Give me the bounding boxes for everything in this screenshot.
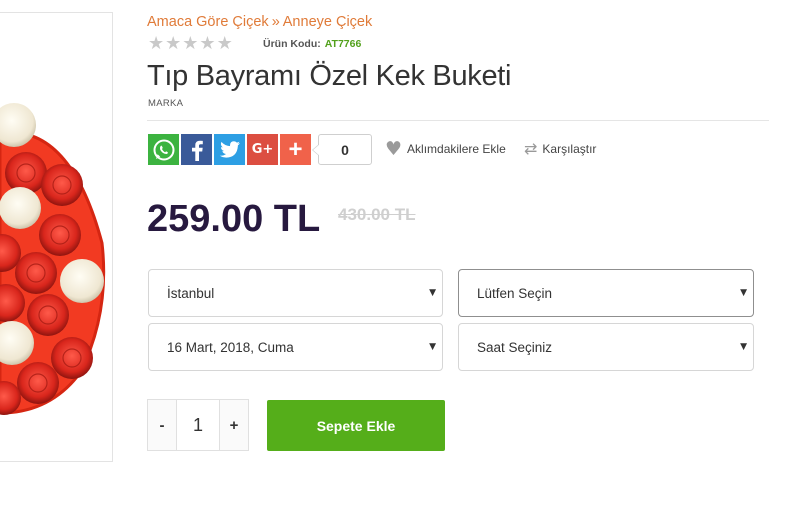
rating-stars[interactable]: ★ ★ ★ ★ ★ bbox=[148, 35, 233, 53]
current-price: 259.00 TL bbox=[147, 198, 321, 240]
product-code-value: AT7766 bbox=[324, 38, 362, 50]
district-select-value: Lütfen Seçin bbox=[477, 285, 553, 301]
twitter-share-button[interactable] bbox=[214, 134, 245, 165]
breadcrumb: Amaca Göre Çiçek» Anneye Çiçek bbox=[147, 14, 372, 30]
compare-label: Karşılaştır bbox=[542, 141, 597, 156]
share-bar: G+ + 0 bbox=[148, 134, 372, 165]
whatsapp-share-button[interactable] bbox=[148, 134, 179, 165]
star-icon[interactable]: ★ bbox=[182, 35, 198, 53]
delivery-date-value: 16 Mart, 2018, Cuma bbox=[167, 339, 294, 355]
google-plus-icon: G+ bbox=[251, 142, 274, 157]
city-select[interactable]: İstanbul ▼ bbox=[148, 269, 443, 317]
quantity-increase-button[interactable]: + bbox=[220, 400, 248, 450]
product-brand: MARKA bbox=[148, 98, 184, 109]
cake-bouquet-image bbox=[0, 103, 106, 415]
city-select-value: İstanbul bbox=[167, 285, 215, 301]
compare-arrows-icon: ⇄ bbox=[524, 139, 538, 158]
star-icon[interactable]: ★ bbox=[217, 35, 233, 53]
whatsapp-icon bbox=[153, 139, 174, 160]
product-code: Ürün Kodu: AT7766 bbox=[263, 38, 361, 50]
delivery-date-select[interactable]: 16 Mart, 2018, Cuma ▼ bbox=[148, 323, 443, 371]
district-select[interactable]: Lütfen Seçin ▼ bbox=[458, 269, 754, 317]
product-image[interactable] bbox=[0, 12, 113, 462]
old-price: 430.00 TL bbox=[338, 205, 416, 224]
delivery-time-select[interactable]: Saat Seçiniz ▼ bbox=[458, 323, 754, 371]
delivery-time-value: Saat Seçiniz bbox=[477, 339, 553, 355]
chevron-down-icon: ▼ bbox=[740, 342, 747, 352]
breadcrumb-link-amaca[interactable]: Amaca Göre Çiçek bbox=[147, 14, 269, 30]
add-to-cart-button[interactable]: Sepete Ekle bbox=[267, 400, 445, 451]
share-count: 0 bbox=[312, 134, 372, 165]
star-icon[interactable]: ★ bbox=[199, 35, 215, 53]
product-title: Tıp Bayramı Özel Kek Buketi bbox=[147, 60, 512, 92]
wishlist-label: Aklımdakilere Ekle bbox=[407, 142, 506, 156]
google-plus-share-button[interactable]: G+ bbox=[247, 134, 278, 165]
breadcrumb-separator: » bbox=[271, 14, 280, 30]
add-to-wishlist-link[interactable]: ♥ Aklımdakilere Ekle bbox=[385, 138, 506, 160]
chevron-down-icon: ▼ bbox=[429, 288, 436, 298]
chevron-down-icon: ▼ bbox=[740, 288, 747, 298]
more-share-button[interactable]: + bbox=[280, 134, 311, 165]
plus-icon: + bbox=[288, 135, 303, 163]
heart-icon: ♥ bbox=[385, 138, 403, 160]
compare-link[interactable]: ⇄ Karşılaştır bbox=[524, 139, 596, 158]
star-icon[interactable]: ★ bbox=[148, 35, 164, 53]
facebook-icon bbox=[191, 140, 203, 161]
breadcrumb-link-anneye[interactable]: Anneye Çiçek bbox=[283, 14, 372, 30]
star-icon[interactable]: ★ bbox=[165, 35, 181, 53]
facebook-share-button[interactable] bbox=[181, 134, 212, 165]
quantity-decrease-button[interactable]: - bbox=[148, 400, 176, 450]
quantity-stepper: - 1 + bbox=[147, 399, 249, 451]
twitter-icon bbox=[219, 140, 240, 158]
product-code-label: Ürün Kodu: bbox=[263, 38, 321, 50]
quantity-input[interactable]: 1 bbox=[176, 400, 220, 450]
divider bbox=[147, 120, 769, 121]
chevron-down-icon: ▼ bbox=[429, 342, 436, 352]
